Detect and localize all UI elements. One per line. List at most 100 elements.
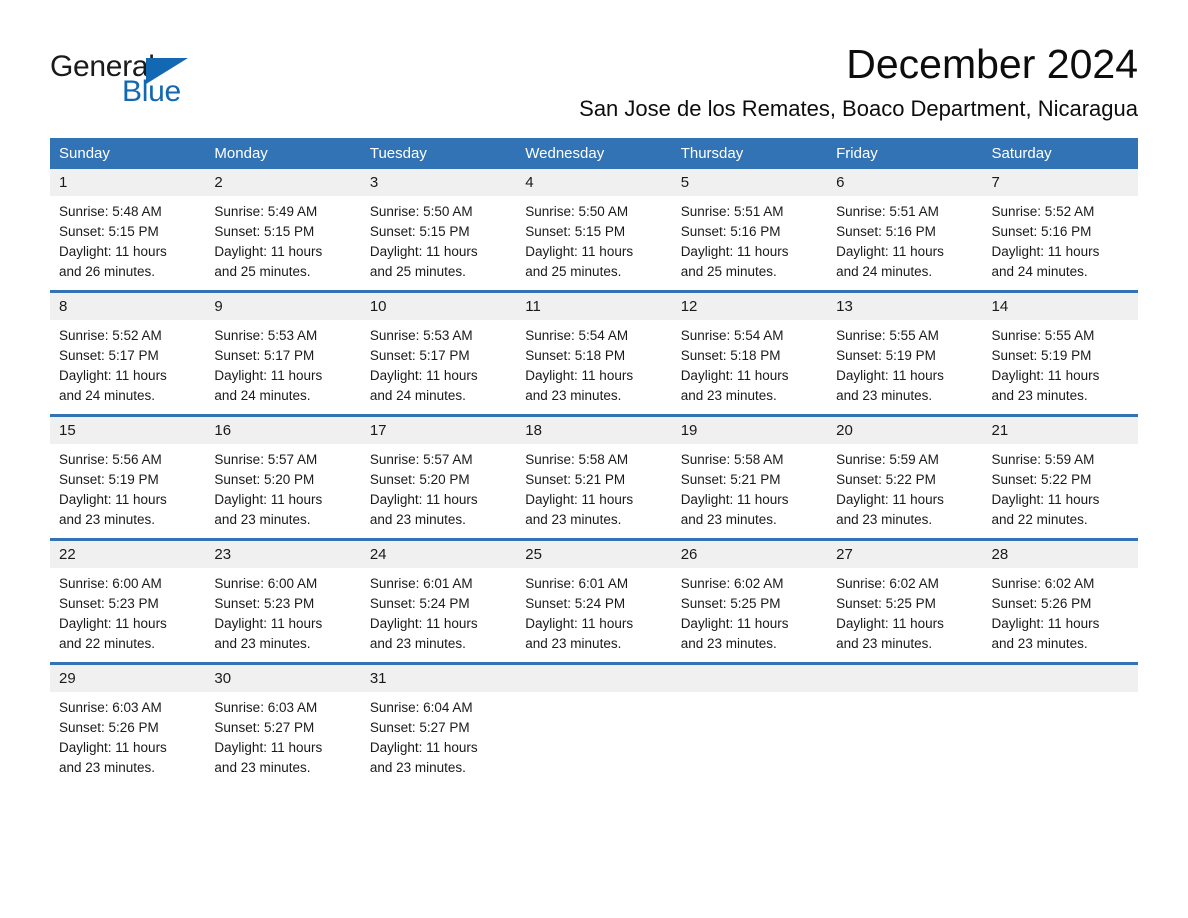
day-cell[interactable]: Sunrise: 6:02 AM Sunset: 5:26 PM Dayligh…: [982, 568, 1138, 663]
day-cell[interactable]: Sunrise: 5:58 AM Sunset: 5:21 PM Dayligh…: [671, 444, 828, 539]
sunset-text: Sunset: 5:23 PM: [214, 596, 315, 612]
day-cell[interactable]: Sunrise: 6:00 AM Sunset: 5:23 PM Dayligh…: [205, 568, 361, 663]
day-cell[interactable]: Sunrise: 5:51 AM Sunset: 5:16 PM Dayligh…: [827, 196, 983, 291]
day-cell[interactable]: Sunrise: 5:54 AM Sunset: 5:18 PM Dayligh…: [671, 320, 828, 415]
sunset-text: Sunset: 5:15 PM: [525, 224, 626, 240]
day-cell[interactable]: Sunrise: 5:53 AM Sunset: 5:17 PM Dayligh…: [360, 320, 517, 415]
day-number[interactable]: 30: [205, 665, 361, 693]
daylight-text-line2: and 24 minutes.: [369, 388, 466, 404]
general-blue-logo[interactable]: General Blue: [50, 44, 200, 107]
day-number[interactable]: 1: [50, 169, 206, 197]
sunrise-text: Sunrise: 5:49 AM: [214, 204, 318, 220]
day-number[interactable]: 25: [516, 541, 672, 569]
day-cell[interactable]: Sunrise: 5:57 AM Sunset: 5:20 PM Dayligh…: [205, 444, 361, 539]
daylight-text-line1: Daylight: 11 hours: [59, 244, 167, 260]
day-cell[interactable]: Sunrise: 5:50 AM Sunset: 5:15 PM Dayligh…: [516, 196, 672, 291]
sunrise-text: Sunrise: 5:58 AM: [525, 452, 629, 468]
day-cell[interactable]: Sunrise: 6:00 AM Sunset: 5:23 PM Dayligh…: [50, 568, 206, 663]
day-cell[interactable]: Sunrise: 6:03 AM Sunset: 5:26 PM Dayligh…: [50, 692, 206, 787]
daylight-text-line1: Daylight: 11 hours: [525, 492, 634, 508]
day-cell[interactable]: Sunrise: 5:53 AM Sunset: 5:17 PM Dayligh…: [205, 320, 361, 415]
sunset-text: Sunset: 5:19 PM: [991, 348, 1092, 364]
day-cell[interactable]: Sunrise: 6:04 AM Sunset: 5:27 PM Dayligh…: [360, 692, 517, 787]
day-number[interactable]: 18: [516, 417, 672, 445]
day-cell[interactable]: Sunrise: 5:52 AM Sunset: 5:16 PM Dayligh…: [982, 196, 1138, 291]
day-number[interactable]: 2: [205, 169, 361, 197]
sunrise-text: Sunrise: 5:50 AM: [525, 204, 629, 220]
day-number[interactable]: 26: [671, 541, 828, 569]
day-cell[interactable]: Sunrise: 5:56 AM Sunset: 5:19 PM Dayligh…: [50, 444, 206, 539]
day-cell[interactable]: Sunrise: 5:58 AM Sunset: 5:21 PM Dayligh…: [516, 444, 672, 539]
day-cell[interactable]: Sunrise: 5:55 AM Sunset: 5:19 PM Dayligh…: [827, 320, 983, 415]
day-cell[interactable]: Sunrise: 5:50 AM Sunset: 5:15 PM Dayligh…: [360, 196, 517, 291]
day-number[interactable]: 10: [360, 293, 517, 321]
day-cell[interactable]: Sunrise: 5:59 AM Sunset: 5:22 PM Dayligh…: [827, 444, 983, 539]
sunset-text: Sunset: 5:27 PM: [369, 720, 470, 736]
sunrise-text: Sunrise: 6:03 AM: [214, 700, 318, 716]
day-cell[interactable]: Sunrise: 5:54 AM Sunset: 5:18 PM Dayligh…: [516, 320, 672, 415]
day-number[interactable]: 20: [827, 417, 983, 445]
sunset-text: Sunset: 5:20 PM: [214, 472, 315, 488]
day-cell-empty: [827, 692, 983, 787]
day-number[interactable]: 21: [982, 417, 1138, 445]
day-number[interactable]: 24: [360, 541, 517, 569]
day-number[interactable]: 28: [982, 541, 1138, 569]
day-number[interactable]: 31: [360, 665, 517, 693]
day-cell[interactable]: Sunrise: 5:48 AM Sunset: 5:15 PM Dayligh…: [50, 196, 206, 291]
sunrise-text: Sunrise: 6:02 AM: [836, 576, 939, 592]
day-number[interactable]: 14: [982, 293, 1138, 321]
day-cell[interactable]: Sunrise: 5:57 AM Sunset: 5:20 PM Dayligh…: [360, 444, 517, 539]
day-cell[interactable]: Sunrise: 5:52 AM Sunset: 5:17 PM Dayligh…: [50, 320, 206, 415]
day-number[interactable]: 7: [982, 169, 1138, 197]
day-number[interactable]: 19: [671, 417, 828, 445]
sunset-text: Sunset: 5:19 PM: [59, 472, 159, 488]
day-number[interactable]: 16: [205, 417, 361, 445]
daylight-text-line2: and 22 minutes.: [59, 636, 156, 652]
day-number[interactable]: 29: [50, 665, 206, 693]
day-number[interactable]: 5: [671, 169, 828, 197]
sunset-text: Sunset: 5:17 PM: [59, 348, 159, 364]
sunrise-text: Sunrise: 5:54 AM: [680, 328, 784, 344]
daylight-text-line2: and 23 minutes.: [369, 512, 466, 528]
title-block: December 2024: [200, 44, 1138, 85]
daylight-text-line1: Daylight: 11 hours: [836, 244, 944, 260]
sunset-text: Sunset: 5:24 PM: [525, 596, 626, 612]
daylight-text-line2: and 22 minutes.: [991, 512, 1088, 528]
day-number[interactable]: 3: [360, 169, 517, 197]
day-number[interactable]: 27: [827, 541, 983, 569]
day-cell[interactable]: Sunrise: 5:49 AM Sunset: 5:15 PM Dayligh…: [205, 196, 361, 291]
day-cell[interactable]: Sunrise: 5:51 AM Sunset: 5:16 PM Dayligh…: [671, 196, 828, 291]
day-number[interactable]: 9: [205, 293, 361, 321]
daylight-text-line2: and 23 minutes.: [369, 760, 466, 776]
sunrise-text: Sunrise: 5:52 AM: [991, 204, 1095, 220]
day-cell[interactable]: Sunrise: 6:03 AM Sunset: 5:27 PM Dayligh…: [205, 692, 361, 787]
day-cell[interactable]: Sunrise: 6:01 AM Sunset: 5:24 PM Dayligh…: [516, 568, 672, 663]
day-cell[interactable]: Sunrise: 6:01 AM Sunset: 5:24 PM Dayligh…: [360, 568, 517, 663]
daylight-text-line1: Daylight: 11 hours: [214, 368, 323, 384]
daylight-text-line1: Daylight: 11 hours: [59, 740, 167, 756]
day-number[interactable]: 4: [516, 169, 672, 197]
day-number[interactable]: 8: [50, 293, 206, 321]
day-number[interactable]: 23: [205, 541, 361, 569]
day-cell[interactable]: Sunrise: 5:59 AM Sunset: 5:22 PM Dayligh…: [982, 444, 1138, 539]
daylight-text-line1: Daylight: 11 hours: [369, 740, 478, 756]
day-cell[interactable]: Sunrise: 6:02 AM Sunset: 5:25 PM Dayligh…: [671, 568, 828, 663]
day-number[interactable]: 13: [827, 293, 983, 321]
day-cell[interactable]: Sunrise: 5:55 AM Sunset: 5:19 PM Dayligh…: [982, 320, 1138, 415]
daylight-text-line1: Daylight: 11 hours: [214, 740, 323, 756]
day-number[interactable]: 15: [50, 417, 206, 445]
day-number[interactable]: 6: [827, 169, 983, 197]
date-strip-row: 1 2 3 4 5 6 7: [50, 169, 1138, 197]
day-cell[interactable]: Sunrise: 6:02 AM Sunset: 5:25 PM Dayligh…: [827, 568, 983, 663]
daylight-text-line2: and 23 minutes.: [59, 760, 156, 776]
daylight-text-line2: and 25 minutes.: [525, 264, 622, 280]
day-number[interactable]: 11: [516, 293, 672, 321]
sunset-text: Sunset: 5:16 PM: [991, 224, 1092, 240]
sunrise-text: Sunrise: 5:55 AM: [991, 328, 1095, 344]
sunrise-text: Sunrise: 6:02 AM: [991, 576, 1095, 592]
day-number[interactable]: 12: [671, 293, 828, 321]
daylight-text-line2: and 23 minutes.: [991, 388, 1088, 404]
sunset-text: Sunset: 5:15 PM: [214, 224, 315, 240]
day-number[interactable]: 22: [50, 541, 206, 569]
day-number[interactable]: 17: [360, 417, 517, 445]
